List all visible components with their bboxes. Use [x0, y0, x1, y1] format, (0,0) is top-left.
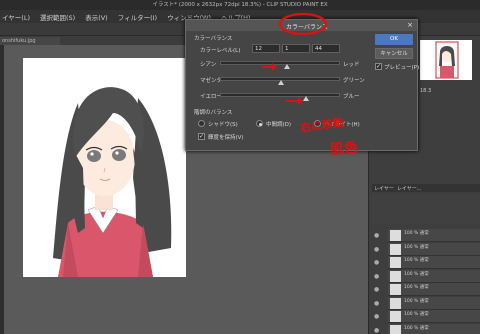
- layer-label: 100 % 通常: [404, 271, 429, 277]
- layer-label: 100 % 通常: [404, 312, 429, 317]
- layer-row[interactable]: 100 % 通常: [388, 229, 480, 242]
- layer-thumbnail: [390, 257, 401, 268]
- layer-thumbnail: [390, 311, 401, 322]
- yellow-blue-slider[interactable]: [220, 93, 340, 97]
- green-label: グリーン: [343, 78, 365, 84]
- eye-icon[interactable]: ●: [374, 259, 382, 267]
- dialog-title: カラーバランス: [286, 24, 328, 31]
- magenta-green-slider-knob[interactable]: [277, 80, 284, 85]
- level-magenta-green-field[interactable]: 1: [282, 44, 310, 53]
- preview-checkbox[interactable]: ✓: [375, 63, 382, 70]
- layer-label: 100 % 通常: [404, 231, 429, 236]
- menu-filter[interactable]: フィルター(I): [118, 12, 157, 22]
- layer-row[interactable]: 100 % 通常: [388, 296, 480, 310]
- layer-thumbnail: [390, 270, 401, 282]
- preview-label[interactable]: プレビュー(P): [384, 63, 419, 71]
- shadow-radio[interactable]: [198, 120, 205, 127]
- menu-view[interactable]: 表示(V): [85, 12, 108, 22]
- layer-label: 100 % 通常: [404, 285, 429, 290]
- layer-toolbar: [372, 194, 480, 224]
- layer-row[interactable]: 100 % 通常: [388, 242, 480, 256]
- layer-thumbnail: [390, 324, 401, 334]
- eye-icon[interactable]: ●: [374, 286, 382, 294]
- midtone-radio[interactable]: [256, 120, 263, 127]
- eye-icon[interactable]: ●: [374, 232, 382, 240]
- eye-icon[interactable]: ●: [374, 313, 382, 321]
- file-tab[interactable]: onshifuku.jpg: [0, 37, 60, 45]
- cyan-label: シアン: [200, 62, 217, 68]
- layer-thumbnail: [390, 284, 401, 295]
- layer-label: 100 % 通常: [404, 244, 429, 250]
- layer-label: 100 % 通常: [404, 298, 429, 304]
- canvas[interactable]: [23, 58, 186, 277]
- eye-icon[interactable]: ●: [374, 246, 382, 254]
- level-yellow-blue-field[interactable]: 44: [312, 44, 340, 53]
- level-cyan-red-field[interactable]: 12: [252, 44, 280, 53]
- section-tone-balance: 階調のバランス: [194, 110, 233, 116]
- layer-thumbnail: [390, 230, 401, 241]
- eye-icon[interactable]: ●: [374, 300, 382, 308]
- layer-row[interactable]: 100 % 通常: [388, 283, 480, 296]
- layer-thumbnail: [390, 297, 401, 309]
- cancel-button[interactable]: キャンセル: [375, 48, 413, 59]
- preserve-luminosity-checkbox[interactable]: ✓: [198, 133, 205, 140]
- midtone-label[interactable]: 中間調(D): [266, 120, 291, 128]
- zoom-value[interactable]: 18.3: [420, 88, 431, 94]
- navigator-controls: 18.3: [420, 84, 480, 104]
- cyan-red-slider-knob[interactable]: [284, 64, 291, 69]
- illustration-image: [53, 87, 172, 277]
- navigator-preview-image: [435, 41, 459, 79]
- menu-layer[interactable]: イヤー(L): [2, 12, 30, 22]
- red-label: レッド: [343, 62, 360, 68]
- layer-row[interactable]: 100 % 通常: [388, 310, 480, 323]
- dialog-titlebar: カラーバランス ×: [186, 20, 417, 31]
- layer-row[interactable]: 100 % 通常: [388, 323, 480, 334]
- layer-row[interactable]: 100 % 通常: [388, 256, 480, 269]
- preserve-luminosity-label[interactable]: 輝度を保持(V): [208, 133, 244, 141]
- eye-icon[interactable]: ●: [374, 273, 382, 281]
- layer-label: 100 % 通常: [404, 258, 429, 263]
- tab-layer[interactable]: レイヤー: [374, 185, 394, 192]
- layer-panel-tabs: レイヤー レイヤー...: [372, 184, 480, 192]
- shadow-label[interactable]: シャドウ(S): [208, 120, 238, 128]
- yellow-label: イエロー: [200, 94, 222, 100]
- tab-layer-property[interactable]: レイヤー...: [397, 185, 422, 192]
- app-window: イラスト* (2000 x 2632px 72dpi 18.3%) - CLIP…: [0, 0, 480, 334]
- color-level-label: カラーレベル(L): [200, 48, 241, 54]
- section-color-balance: カラーバランス: [194, 36, 233, 42]
- blue-label: ブルー: [343, 94, 360, 100]
- layer-row[interactable]: 100 % 通常: [388, 269, 480, 283]
- ok-button[interactable]: OK: [375, 34, 413, 45]
- yellow-blue-slider-knob[interactable]: [303, 96, 310, 101]
- layer-label: 100 % 通常: [404, 325, 429, 331]
- magenta-label: マゼンタ: [200, 78, 223, 84]
- cyan-red-slider[interactable]: [220, 61, 340, 65]
- close-icon[interactable]: ×: [407, 21, 413, 29]
- layer-thumbnail: [390, 243, 401, 255]
- eye-icon[interactable]: ●: [374, 327, 382, 334]
- navigator-thumbnail[interactable]: [420, 40, 472, 80]
- handwritten-note-2: 肌色: [329, 139, 359, 159]
- menu-selection[interactable]: 選択範囲(S): [40, 12, 75, 22]
- window-title: イラスト* (2000 x 2632px 72dpi 18.3%) - CLIP…: [0, 0, 480, 10]
